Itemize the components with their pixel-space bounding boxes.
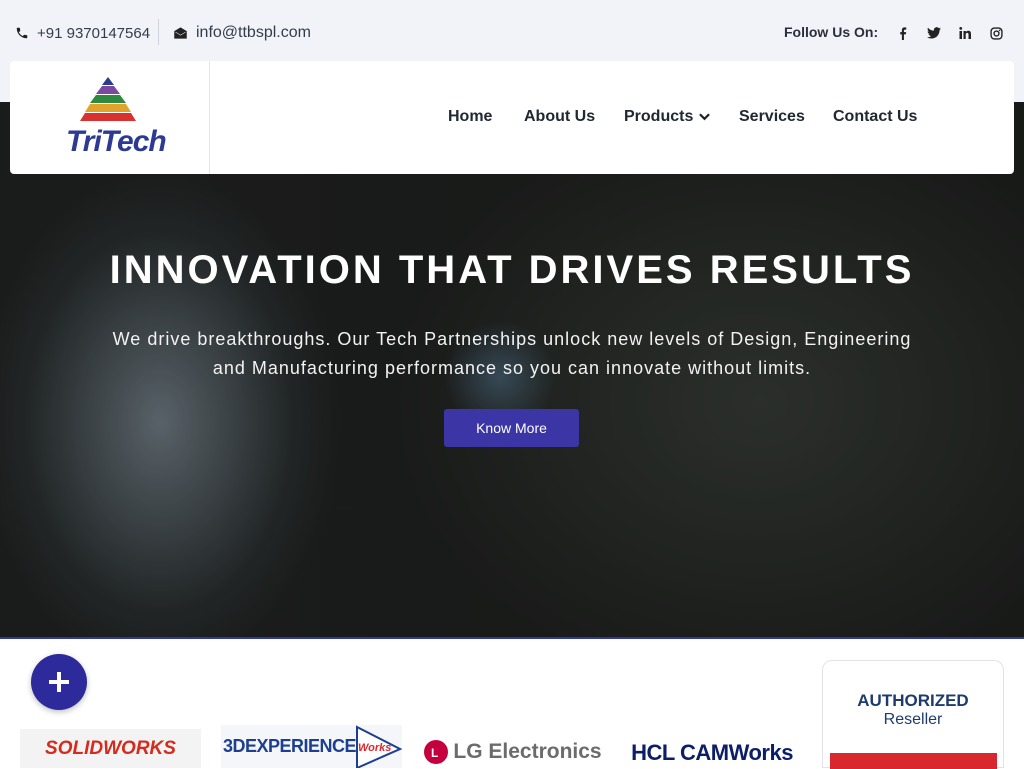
nav-about-us[interactable]: About Us	[524, 104, 595, 130]
hero-subtitle: We drive breakthroughs. Our Tech Partner…	[112, 329, 912, 378]
know-more-button[interactable]: Know More	[444, 409, 579, 447]
facebook-icon[interactable]	[896, 26, 910, 40]
logo-wordmark: TriTech	[66, 125, 167, 158]
hcl-camworks-logo[interactable]: HCL CAMWorks	[621, 737, 803, 768]
nav-home[interactable]: Home	[448, 104, 492, 130]
phone-icon	[16, 27, 28, 39]
authorized-reseller-badge: AUTHORIZED Reseller	[822, 660, 1004, 769]
email-address: info@ttbspl.com	[196, 24, 311, 41]
nav-services[interactable]: Services	[739, 104, 805, 130]
badge-title: AUTHORIZED	[857, 691, 969, 710]
hero-bottom-rule	[0, 637, 1024, 639]
lg-electronics-logo[interactable]: L LG Electronics	[422, 735, 604, 768]
site-header: TriTech Home About Us Products Services …	[10, 61, 1014, 174]
3dexperience-logo[interactable]: 3DEXPERIENCE Works	[221, 725, 402, 768]
badge-red-bar	[830, 753, 997, 769]
floating-add-button[interactable]	[31, 654, 87, 710]
works-wordmark: Works	[358, 742, 392, 754]
linkedin-icon[interactable]	[958, 26, 972, 40]
badge-subtitle: Reseller	[883, 711, 943, 728]
hero-title: INNOVATION THAT DRIVES RESULTS	[109, 248, 915, 292]
twitter-icon[interactable]	[927, 26, 941, 40]
lg-circle-icon: L	[424, 739, 449, 764]
3dexperience-wordmark: 3DEXPERIENCE	[223, 736, 357, 756]
solidworks-wordmark: SOLIDWORKS	[45, 737, 176, 759]
logo[interactable]: TriTech	[10, 61, 210, 174]
hcl-camworks-wordmark: HCL CAMWorks	[631, 739, 793, 765]
phone-number: +91 9370147564	[37, 24, 151, 42]
divider	[158, 19, 159, 45]
chevron-down-icon	[699, 113, 711, 121]
solidworks-logo[interactable]: SOLIDWORKS	[20, 729, 201, 768]
nav-contact-us[interactable]: Contact Us	[833, 104, 917, 130]
lg-electronics-wordmark: LG Electronics	[453, 739, 602, 763]
nav-products-label: Products	[624, 108, 694, 125]
email-link[interactable]: info@ttbspl.com	[173, 22, 311, 44]
svg-text:L: L	[431, 746, 438, 760]
pyramid-logo-icon	[80, 77, 136, 121]
nav-products[interactable]: Products	[624, 104, 711, 130]
phone-link[interactable]: +91 9370147564	[15, 22, 150, 44]
follow-label: Follow Us On:	[784, 24, 879, 40]
plus-icon	[49, 672, 69, 692]
instagram-icon[interactable]	[989, 26, 1003, 40]
envelope-icon	[174, 27, 187, 39]
